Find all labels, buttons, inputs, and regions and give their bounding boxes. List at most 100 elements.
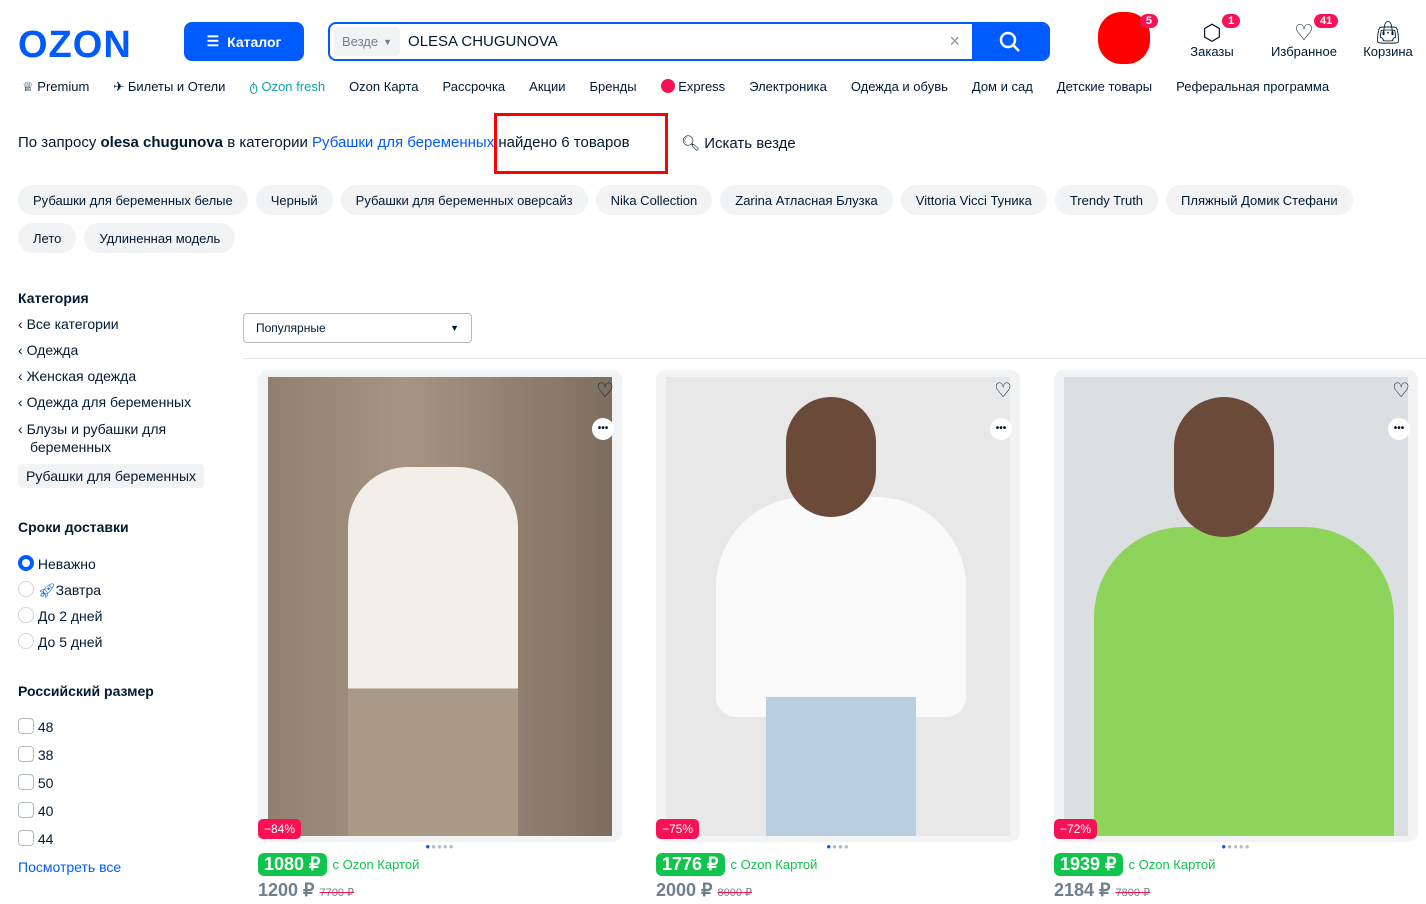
caret-down-icon: ▼ — [450, 323, 459, 333]
chip[interactable]: Пляжный Домик Стефани — [1166, 185, 1353, 215]
nav-electronics[interactable]: Электроника — [749, 79, 827, 95]
old-price: 8000 ₽ — [717, 887, 753, 899]
cart-button[interactable]: 👜︎ Корзина — [1352, 20, 1424, 59]
nav-fresh[interactable]: ტ Ozon fresh — [249, 79, 325, 95]
chip[interactable]: Trendy Truth — [1054, 185, 1159, 215]
top-nav: ♕ Premium ✈ Билеты и Отели ტ Ozon fresh … — [22, 79, 1329, 95]
discount-badge: −72% — [1054, 819, 1098, 839]
sort-dropdown[interactable]: Популярные ▼ — [243, 313, 472, 343]
heart-icon[interactable]: ♡ — [1392, 378, 1410, 403]
highlight-box — [494, 113, 668, 174]
active-category[interactable]: Рубашки для беременных — [18, 464, 205, 488]
price: 1200 ₽ 7700 ₽ — [258, 880, 355, 900]
old-price: 7800 ₽ — [1115, 887, 1151, 899]
photo-dots: ●●●●● — [1221, 842, 1251, 851]
profile-avatar-redacted[interactable]: 5 — [1098, 12, 1158, 64]
size-checkbox[interactable]: 50 — [18, 774, 53, 791]
nav-brands[interactable]: Бренды — [589, 79, 636, 95]
chip[interactable]: Лето — [18, 223, 77, 253]
nav-kids[interactable]: Детские товары — [1057, 79, 1152, 95]
delivery-option-tomorrow[interactable]: 🚀︎Завтра — [18, 581, 101, 599]
photo-dots: ●●●● — [826, 842, 850, 851]
category-title: Категория — [18, 290, 89, 306]
favorites-button[interactable]: ♡ 41 Избранное — [1268, 14, 1340, 59]
heart-icon[interactable]: ♡ — [994, 378, 1012, 403]
card-price: 1080 ₽ — [258, 853, 327, 876]
chip[interactable]: Рубашки для беременных оверсайз — [340, 185, 588, 215]
search-input[interactable]: OLESA CHUGUNOVA — [400, 33, 937, 50]
delivery-title: Сроки доставки — [18, 519, 129, 535]
nav-referral[interactable]: Реферальная программа — [1176, 79, 1329, 95]
category-link[interactable]: ‹ Женская одежда — [18, 368, 136, 384]
more-icon[interactable]: ••• — [1388, 418, 1410, 440]
divider — [243, 358, 1426, 359]
nav-tickets[interactable]: ✈ Билеты и Отели — [113, 79, 225, 95]
heart-icon[interactable]: ♡ — [596, 378, 614, 403]
category-link[interactable]: ‹ Одежда — [18, 342, 78, 358]
search-scope-select[interactable]: Везде ▼ — [334, 27, 401, 56]
more-icon[interactable]: ••• — [592, 418, 614, 440]
search-button[interactable] — [972, 24, 1048, 59]
size-checkbox[interactable]: 48 — [18, 718, 53, 735]
nav-home[interactable]: Дом и сад — [972, 79, 1033, 95]
orders-button[interactable]: ⬡ 1 Заказы — [1176, 14, 1248, 59]
card-price-label: с Ozon Картой — [730, 857, 818, 872]
product-photo[interactable] — [1064, 377, 1408, 836]
product-card[interactable]: ♡ ••• −84% ●●●●● 1080 ₽ с Ozon Картой 1200… — [258, 370, 622, 901]
chip[interactable]: Vittoria Vicci Туника — [900, 185, 1047, 215]
category-link[interactable]: Рубашки для беременных — [312, 134, 494, 151]
card-price-label: с Ozon Картой — [1128, 857, 1216, 872]
product-card[interactable]: ♡ ••• −75% ●●●● 1776 ₽ с Ozon Картой 2000 … — [656, 370, 1020, 901]
chip[interactable]: Nika Collection — [595, 185, 713, 215]
radio-checked[interactable] — [18, 555, 34, 571]
chip[interactable]: Черный — [255, 185, 333, 215]
price: 2184 ₽ 7800 ₽ — [1054, 880, 1151, 900]
menu-icon: ☰ — [206, 33, 220, 49]
search-icon: 🔍︎ — [681, 135, 701, 152]
category-link[interactable]: ‹ Одежда для беременных — [18, 394, 191, 410]
radio[interactable] — [18, 581, 34, 597]
search-bar: Везде ▼ OLESA CHUGUNOVA × — [328, 22, 1050, 61]
search-icon — [999, 31, 1020, 52]
product-card[interactable]: ♡ ••• −72% ●●●●● 1939 ₽ с Ozon Картой 2184… — [1054, 370, 1418, 901]
ozon-logo[interactable]: OZON — [18, 24, 132, 67]
express-icon — [660, 79, 675, 93]
photo-dots: ●●●●● — [425, 842, 455, 851]
product-photo[interactable] — [268, 377, 612, 836]
card-price-label: с Ozon Картой — [332, 857, 420, 872]
size-checkbox[interactable]: 38 — [18, 746, 53, 763]
more-icon[interactable]: ••• — [990, 418, 1012, 440]
nav-premium[interactable]: ♕ Premium — [22, 79, 89, 95]
see-all-link[interactable]: Посмотреть все — [18, 859, 121, 875]
delivery-option-5days[interactable]: До 5 дней — [18, 633, 102, 650]
chip[interactable]: Рубашки для беременных белые — [18, 185, 248, 215]
product-photo[interactable] — [666, 377, 1010, 836]
discount-badge: −75% — [656, 819, 700, 839]
nav-sales[interactable]: Акции — [529, 79, 565, 95]
rocket-icon: 🚀︎ — [37, 582, 56, 598]
delivery-option-any[interactable]: Неважно — [18, 555, 96, 572]
old-price: 7700 ₽ — [319, 887, 355, 899]
clear-icon[interactable]: × — [937, 31, 972, 52]
chip[interactable]: Удлиненная модель — [84, 223, 236, 253]
nav-express[interactable]: Express — [660, 79, 725, 95]
catalog-button[interactable]: ☰ Каталог — [184, 22, 304, 61]
nav-clothes[interactable]: Одежда и обувь — [851, 79, 948, 95]
size-title: Российский размер — [18, 683, 154, 699]
category-link[interactable]: ‹ Блузы и рубашки для беременных — [18, 420, 208, 456]
radio[interactable] — [18, 607, 34, 623]
size-checkbox[interactable]: 40 — [18, 802, 53, 819]
delivery-option-2days[interactable]: До 2 дней — [18, 607, 102, 624]
size-checkbox[interactable]: 44 — [18, 830, 53, 847]
nav-ozon-card[interactable]: Ozon Карта — [349, 79, 418, 95]
category-link[interactable]: ‹ Все категории — [18, 316, 119, 332]
price: 2000 ₽ 8000 ₽ — [656, 880, 753, 900]
caret-down-icon: ▼ — [383, 36, 393, 47]
chip[interactable]: Zarina Атласная Блузка — [720, 185, 893, 215]
nav-installment[interactable]: Рассрочка — [443, 79, 506, 95]
search-everywhere-link[interactable]: 🔍︎ Искать везде — [681, 134, 796, 152]
discount-badge: −84% — [258, 819, 302, 839]
card-price: 1939 ₽ — [1054, 853, 1123, 876]
filter-chips: Рубашки для беременных белые Черный Руба… — [18, 185, 1418, 253]
radio[interactable] — [18, 633, 34, 649]
